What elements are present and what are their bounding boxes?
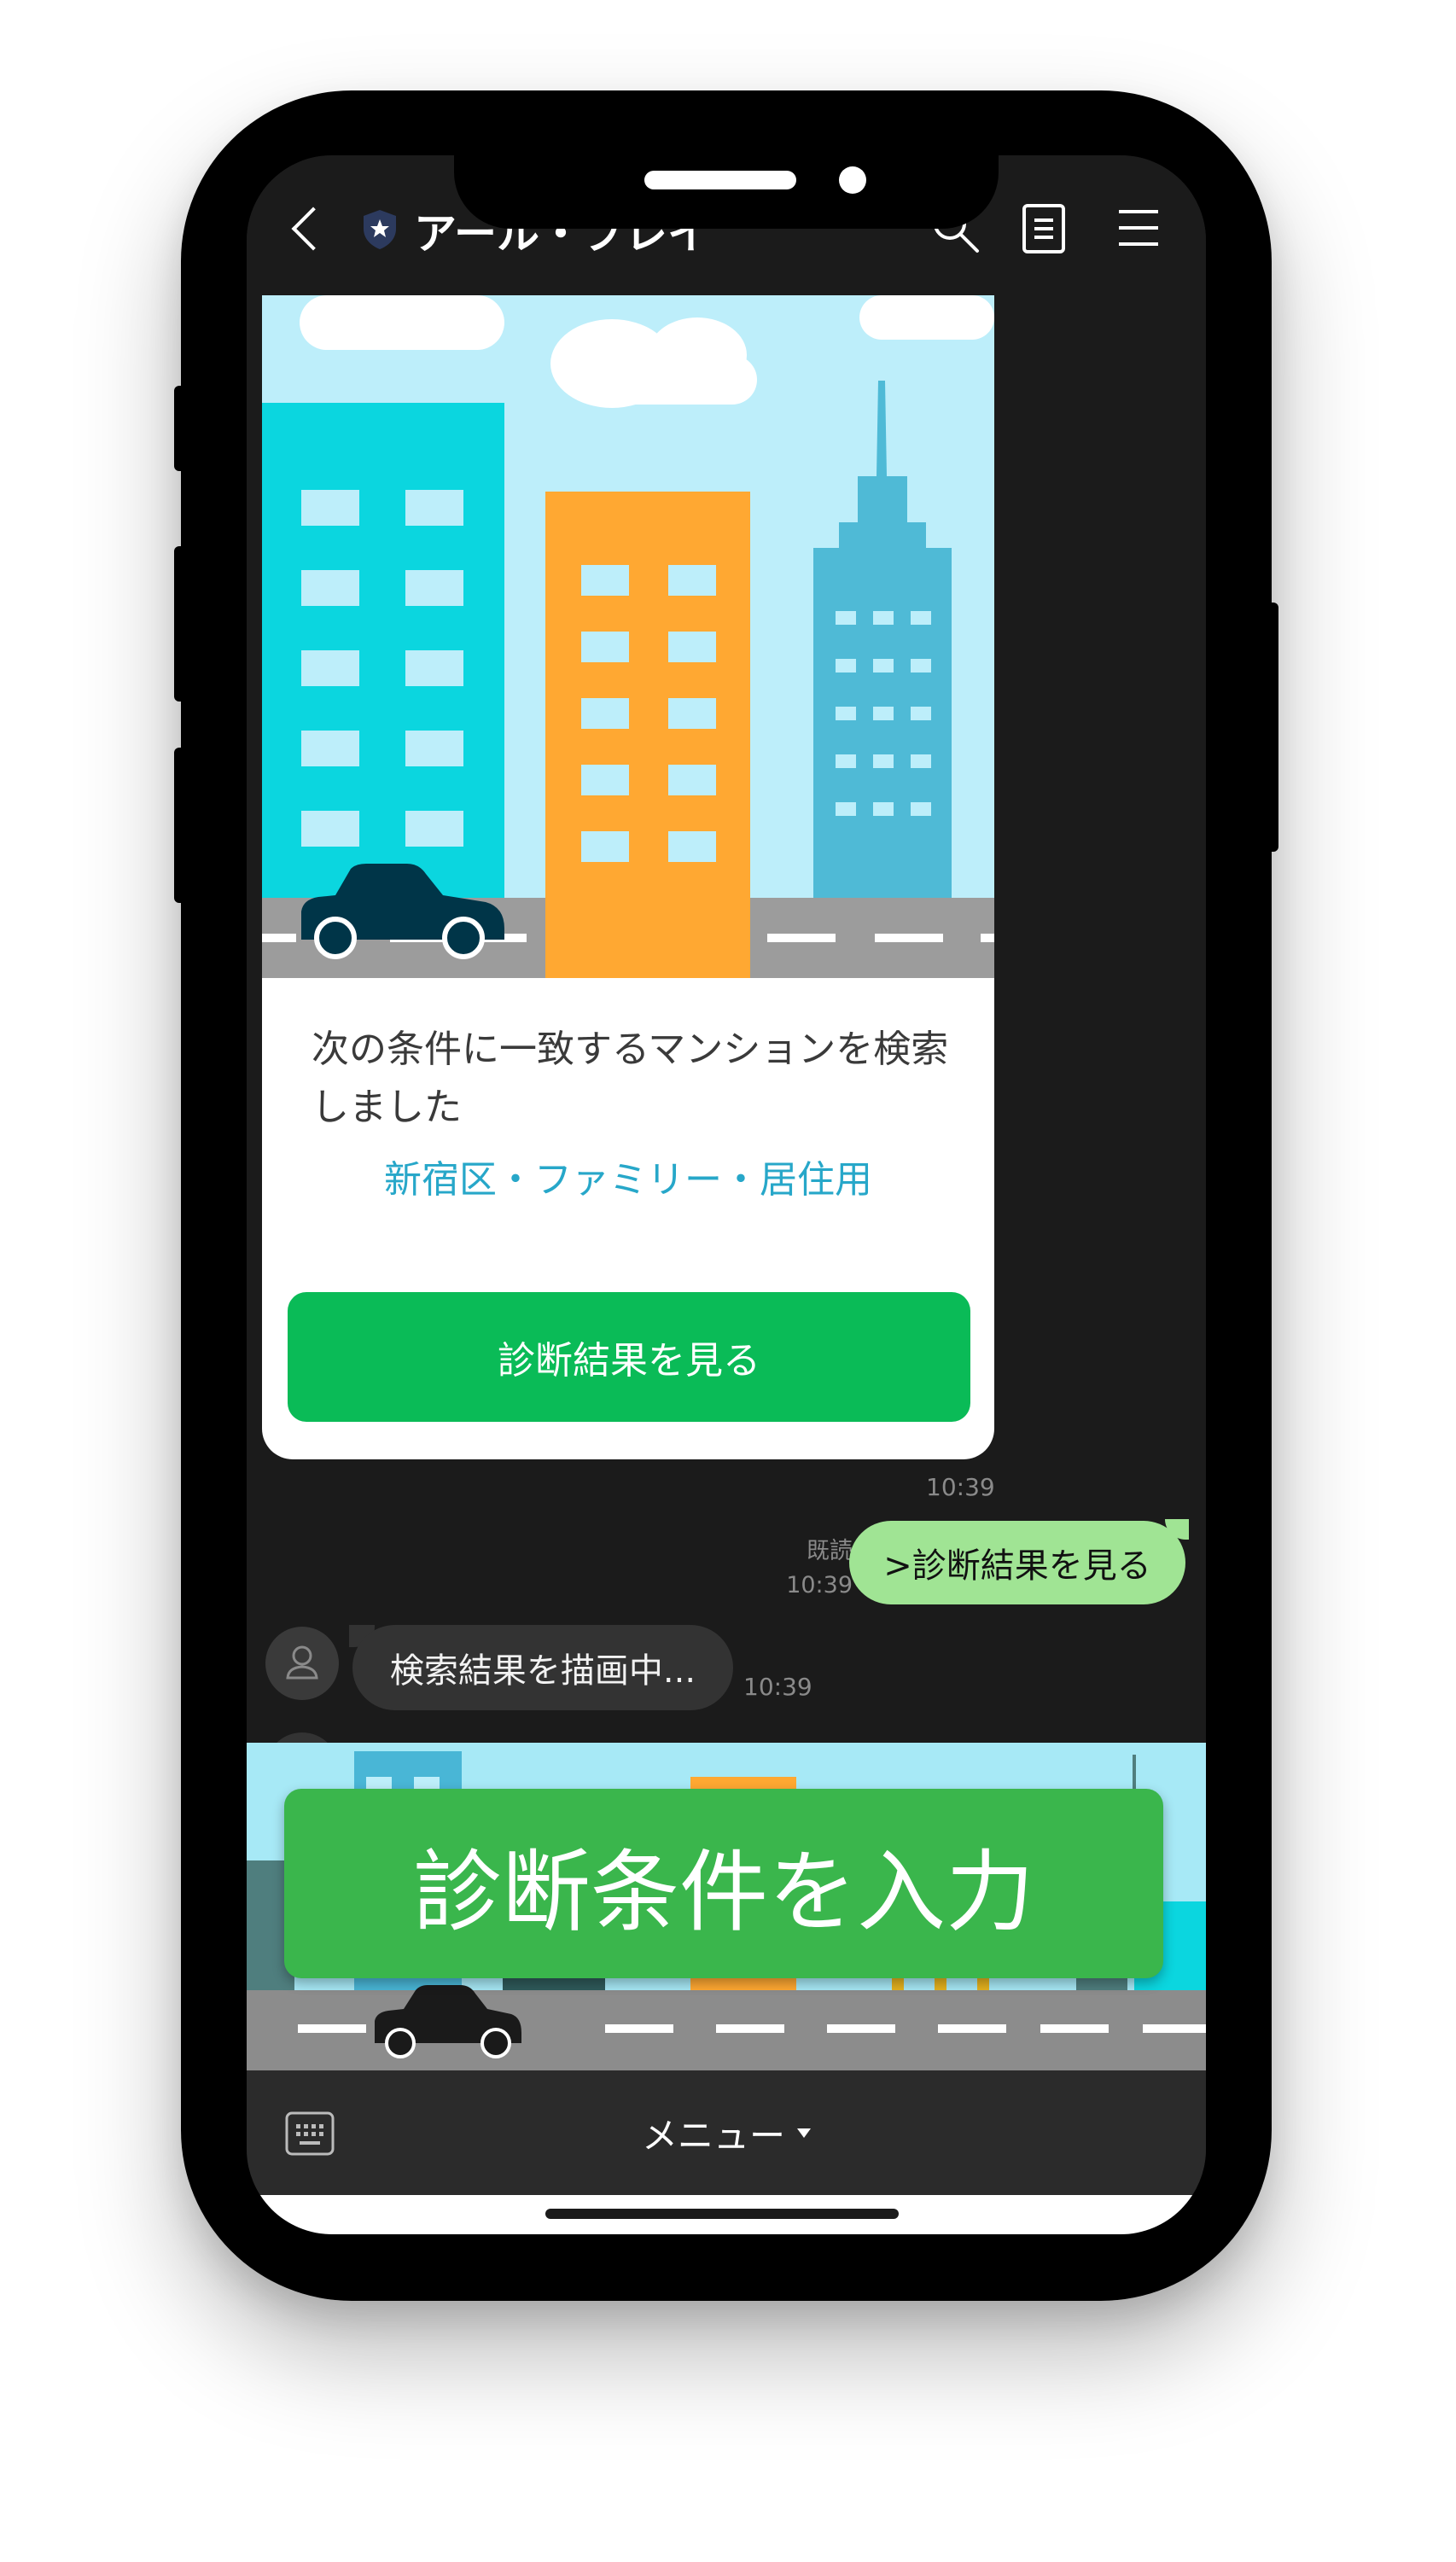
view-results-button[interactable]: 診断結果を見る [288, 1292, 970, 1422]
received-timestamp: 10:39 [743, 1673, 812, 1701]
read-status-label: 既読 [807, 1538, 853, 1564]
hamburger-menu-icon[interactable] [1117, 208, 1160, 247]
menu-toggle-label: メニュー [641, 2114, 785, 2157]
home-indicator[interactable] [545, 2209, 899, 2219]
rich-menu: 診断条件を入力 [247, 1743, 1206, 2070]
silent-switch [174, 386, 186, 471]
received-message-bubble: 検索結果を描画中... [352, 1625, 733, 1710]
caret-down-icon [797, 2128, 811, 2138]
city-illustration [262, 295, 994, 978]
front-camera [839, 166, 866, 194]
verified-shield-icon [364, 210, 396, 249]
read-receipt: 既読 10:39 [774, 1534, 853, 1603]
bottom-bar: メニュー [247, 2070, 1206, 2195]
phone-screen: アール・プレイ 次の条件に一致するマンションを検索しました 新宿区・ファミリー・… [247, 155, 1206, 2234]
user-silhouette-icon [286, 1645, 318, 1680]
power-button [1267, 603, 1278, 852]
search-result-card: 次の条件に一致するマンションを検索しました 新宿区・ファミリー・居住用 診断結果… [262, 295, 994, 1459]
sent-timestamp: 10:39 [786, 1572, 853, 1598]
sent-message-bubble: >診断結果を見る [849, 1521, 1185, 1604]
back-arrow-icon[interactable] [291, 207, 335, 251]
keyboard-icon[interactable] [284, 2108, 335, 2159]
card-timestamp: 10:39 [926, 1473, 995, 1501]
menu-toggle[interactable]: メニュー [247, 2070, 1206, 2195]
volume-up-button [174, 546, 186, 702]
note-icon[interactable] [1022, 203, 1066, 254]
volume-down-button [174, 748, 186, 903]
speaker-grille [644, 171, 796, 189]
search-conditions-text: 新宿区・ファミリー・居住用 [384, 1158, 872, 1202]
enter-conditions-button[interactable]: 診断条件を入力 [284, 1789, 1163, 1978]
notch [454, 155, 999, 229]
card-message-text: 次の条件に一致するマンションを検索しました [312, 1028, 949, 1129]
avatar[interactable] [265, 1627, 339, 1700]
